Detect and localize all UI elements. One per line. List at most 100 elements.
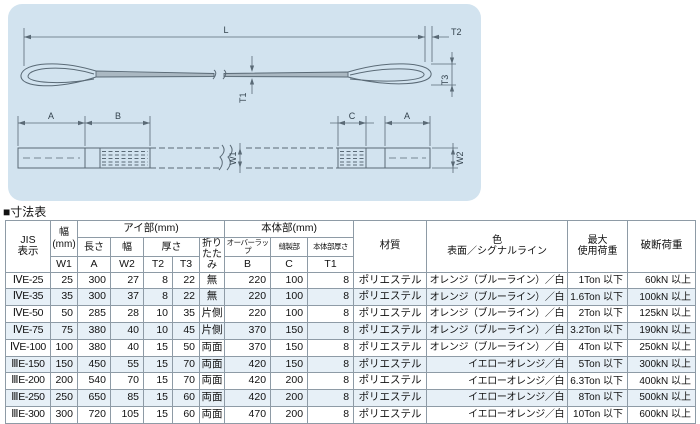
- overlap-b: 220: [225, 272, 271, 289]
- table-body: ⅣE-252530027822無2201008ポリエステルオレンジ（ブルーライン…: [6, 272, 696, 423]
- header-eye-length: 長さ: [78, 238, 111, 257]
- thickness-t3: 70: [173, 373, 200, 390]
- header-body-group: 本体部(mm): [225, 221, 354, 238]
- breaking-load: 300kN 以上: [628, 356, 696, 373]
- material: ポリエステル: [354, 289, 427, 306]
- thickness-t3: 35: [173, 306, 200, 323]
- material: ポリエステル: [354, 272, 427, 289]
- thickness-t2: 15: [144, 390, 173, 407]
- header-sym-t1: T1: [308, 257, 354, 272]
- thickness-t2: 10: [144, 322, 173, 339]
- folding: 両面: [200, 356, 225, 373]
- sewn-c: 100: [271, 289, 308, 306]
- folding: 片側: [200, 306, 225, 323]
- max-working-load: 10Ton 以下: [568, 406, 628, 423]
- max-working-load: 4Ton 以下: [568, 339, 628, 356]
- body-thickness-t1: 8: [308, 289, 354, 306]
- overlap-b: 420: [225, 356, 271, 373]
- thickness-t2: 15: [144, 373, 173, 390]
- thickness-t2: 15: [144, 356, 173, 373]
- header-width-mm: 幅 (mm): [51, 221, 78, 257]
- max-working-load: 2Ton 以下: [568, 306, 628, 323]
- header-body-thickness: 本体部厚さ: [308, 238, 354, 257]
- jis-code: ⅢE-250: [6, 390, 51, 407]
- eye-length-a: 300: [78, 289, 111, 306]
- thickness-t3: 45: [173, 322, 200, 339]
- max-working-load: 8Ton 以下: [568, 390, 628, 407]
- table-row: ⅣE-353530037822無2201008ポリエステルオレンジ（ブルーライン…: [6, 289, 696, 306]
- thickness-t3: 22: [173, 272, 200, 289]
- body-thickness-t1: 8: [308, 356, 354, 373]
- overlap-b: 420: [225, 390, 271, 407]
- thickness-t2: 10: [144, 306, 173, 323]
- overlap-b: 470: [225, 406, 271, 423]
- jis-code: ⅢE-300: [6, 406, 51, 423]
- eye-length-a: 720: [78, 406, 111, 423]
- eye-width-w2: 85: [111, 390, 144, 407]
- color: オレンジ（ブルーライン）／白: [427, 322, 568, 339]
- thickness-t3: 60: [173, 390, 200, 407]
- folding: 両面: [200, 406, 225, 423]
- breaking-load: 100kN 以上: [628, 289, 696, 306]
- header-eye-width: 幅: [111, 238, 144, 257]
- eye-width-w2: 28: [111, 306, 144, 323]
- header-max-load: 最大 使用荷重: [568, 221, 628, 273]
- table-row: ⅢE-250250650851560両面4202008ポリエステルイエローオレン…: [6, 390, 696, 407]
- dim-label-B: B: [115, 111, 121, 121]
- eye-length-a: 380: [78, 339, 111, 356]
- eye-length-a: 450: [78, 356, 111, 373]
- table-row: ⅣE-5050285281035片側2201008ポリエステルオレンジ（ブルーラ…: [6, 306, 696, 323]
- header-color: 色 表面／シグナルライン: [427, 221, 568, 273]
- breaking-load: 500kN 以上: [628, 390, 696, 407]
- dim-label-T3: T3: [440, 75, 450, 86]
- table-row: ⅢE-3003007201051560両面4702008ポリエステルイエローオレ…: [6, 406, 696, 423]
- folding: 片側: [200, 322, 225, 339]
- dim-label-W2: W2: [455, 152, 465, 166]
- width-w1: 50: [51, 306, 78, 323]
- color: オレンジ（ブルーライン）／白: [427, 289, 568, 306]
- width-w1: 300: [51, 406, 78, 423]
- body-thickness-t1: 8: [308, 390, 354, 407]
- folding: 無: [200, 289, 225, 306]
- width-w1: 25: [51, 272, 78, 289]
- color: イエローオレンジ／白: [427, 356, 568, 373]
- overlap-b: 220: [225, 289, 271, 306]
- material: ポリエステル: [354, 406, 427, 423]
- jis-code: ⅢE-150: [6, 356, 51, 373]
- width-w1: 150: [51, 356, 78, 373]
- body-thickness-t1: 8: [308, 322, 354, 339]
- table-row: ⅣE-100100380401550両面3701508ポリエステルオレンジ（ブル…: [6, 339, 696, 356]
- dim-label-C: C: [349, 111, 356, 121]
- width-w1: 100: [51, 339, 78, 356]
- material: ポリエステル: [354, 306, 427, 323]
- body-thickness-t1: 8: [308, 306, 354, 323]
- header-sym-t3: T3: [173, 257, 200, 272]
- table-header: JIS 表示 幅 (mm) アイ部(mm) 本体部(mm) 材質 色 表面／シグ…: [6, 221, 696, 273]
- table-row: ⅣE-7575380401045片側3701508ポリエステルオレンジ（ブルーラ…: [6, 322, 696, 339]
- thickness-t2: 15: [144, 339, 173, 356]
- header-sym-b: B: [225, 257, 271, 272]
- breaking-load: 60kN 以上: [628, 272, 696, 289]
- dim-label-T2: T2: [451, 27, 462, 37]
- sling-diagram-panel: L T2 T1 T3: [8, 4, 481, 201]
- color: オレンジ（ブルーライン）／白: [427, 339, 568, 356]
- dim-label-L: L: [223, 25, 228, 35]
- dim-label-W1: W1: [228, 152, 238, 166]
- color: イエローオレンジ／白: [427, 390, 568, 407]
- sewn-c: 200: [271, 373, 308, 390]
- header-folding: 折り たたみ: [200, 238, 225, 273]
- header-sym-w2: W2: [111, 257, 144, 272]
- body-thickness-t1: 8: [308, 373, 354, 390]
- sewn-c: 150: [271, 339, 308, 356]
- max-working-load: 1Ton 以下: [568, 272, 628, 289]
- material: ポリエステル: [354, 373, 427, 390]
- material: ポリエステル: [354, 390, 427, 407]
- jis-code: ⅣE-50: [6, 306, 51, 323]
- folding: 両面: [200, 339, 225, 356]
- overlap-b: 370: [225, 339, 271, 356]
- max-working-load: 5Ton 以下: [568, 356, 628, 373]
- eye-width-w2: 55: [111, 356, 144, 373]
- max-working-load: 3.2Ton 以下: [568, 322, 628, 339]
- width-w1: 75: [51, 322, 78, 339]
- color: イエローオレンジ／白: [427, 406, 568, 423]
